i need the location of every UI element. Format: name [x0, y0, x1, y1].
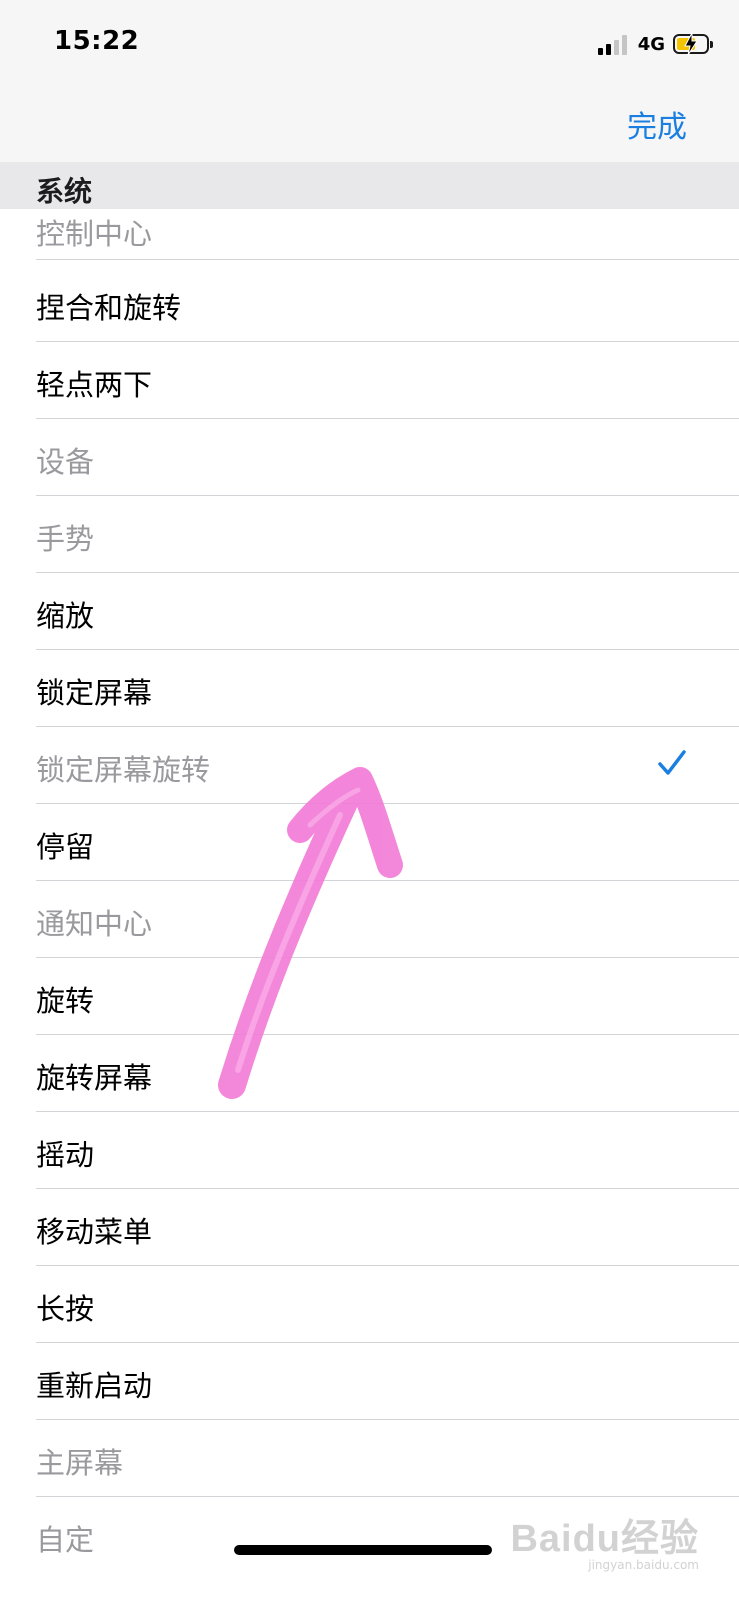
list-item-shake[interactable]: 摇动 [0, 1112, 739, 1189]
row-divider [36, 259, 739, 260]
watermark-main: Baidu经验 [510, 1518, 699, 1560]
list-item-label: 通知中心 [36, 907, 153, 941]
list-item-label: 移动菜单 [36, 1215, 153, 1249]
list-item-label: 旋转 [36, 984, 95, 1018]
status-and-nav-bar: 15:22 4G 完成 [0, 0, 739, 163]
list-item-label: 旋转屏幕 [36, 1061, 153, 1095]
list-item-zoom[interactable]: 缩放 [0, 573, 739, 650]
list-item-label: 控制中心 [36, 217, 153, 251]
list-item-label: 主屏幕 [36, 1446, 124, 1480]
status-indicators: 4G [597, 30, 713, 58]
list-item-double-tap[interactable]: 轻点两下 [0, 342, 739, 419]
list-item-pinch-rotate[interactable]: 捏合和旋转 [0, 265, 739, 342]
list-item-label: 缩放 [36, 599, 95, 633]
list-item-label: 设备 [36, 445, 95, 479]
list-item-label: 自定 [36, 1523, 95, 1557]
list-item-rotate[interactable]: 旋转 [0, 958, 739, 1035]
status-time: 15:22 [54, 26, 140, 56]
list-item-control-center[interactable]: 控制中心 [0, 183, 739, 260]
list-item-label: 捏合和旋转 [36, 291, 182, 325]
list-item-rotate-screen[interactable]: 旋转屏幕 [0, 1035, 739, 1112]
done-button[interactable]: 完成 [627, 102, 687, 146]
signal-bars-icon [597, 33, 630, 55]
list-item-dwell[interactable]: 停留 [0, 804, 739, 881]
list-item-notification-center[interactable]: 通知中心 [0, 881, 739, 958]
list-item-device[interactable]: 设备 [0, 419, 739, 496]
network-label: 4G [637, 33, 665, 55]
list-item-restart[interactable]: 重新启动 [0, 1343, 739, 1420]
list-item-lock-screen[interactable]: 锁定屏幕 [0, 650, 739, 727]
list-item-home-screen[interactable]: 主屏幕 [0, 1420, 739, 1497]
list-item-long-press[interactable]: 长按 [0, 1266, 739, 1343]
list-item-lock-rotation[interactable]: 锁定屏幕旋转 [0, 727, 739, 804]
watermark: Baidu经验 jingyan.baidu.com [510, 1507, 699, 1572]
checkmark-icon [658, 750, 686, 775]
screen: 15:22 4G 完成 系统 控制中心 捏合和旋转 轻点两下 设备 手势 缩放 … [0, 0, 739, 1600]
home-indicator[interactable] [234, 1545, 492, 1555]
list-item-label: 锁定屏幕旋转 [36, 753, 211, 787]
list-item-label: 摇动 [36, 1138, 95, 1172]
list-item-gestures[interactable]: 手势 [0, 496, 739, 573]
list-item-move-menu[interactable]: 移动菜单 [0, 1189, 739, 1266]
list-item-label: 锁定屏幕 [36, 676, 153, 710]
list-item-label: 重新启动 [36, 1369, 153, 1403]
battery-charging-icon [673, 32, 713, 56]
list-item-label: 停留 [36, 830, 95, 864]
list-item-label: 轻点两下 [36, 368, 153, 402]
list-item-label: 手势 [36, 522, 95, 556]
list-item-label: 长按 [36, 1292, 95, 1326]
